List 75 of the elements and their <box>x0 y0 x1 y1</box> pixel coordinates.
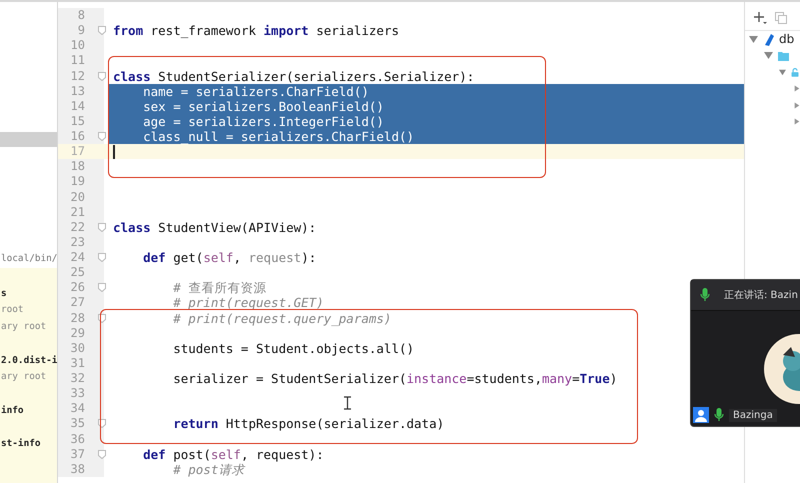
participant-name: Bazinga <box>729 408 777 422</box>
line-number: 31 <box>70 356 86 371</box>
line-number: 23 <box>70 234 86 250</box>
line-number: 18 <box>70 159 86 174</box>
line-number: 27 <box>70 295 86 310</box>
fold-marker-icon[interactable] <box>98 132 106 142</box>
code-line: # print(request.GET) <box>172 295 324 310</box>
line-number: 33 <box>70 386 86 402</box>
line-number: 16 <box>70 129 86 144</box>
collapsed-arrow-icon[interactable] <box>794 117 800 126</box>
code-line: # print(request.query_params) <box>172 310 392 326</box>
line-number: 14 <box>70 98 86 114</box>
schema-icon <box>790 66 800 79</box>
database-icon <box>762 32 775 46</box>
tree-item[interactable]: st-info <box>0 436 57 453</box>
code-line: class StudentSerializer(serializers.Serializer): <box>113 68 474 84</box>
line-number: 35 <box>70 416 86 432</box>
code-line: # 查看所有资源 <box>172 280 266 296</box>
line-number: 38 <box>70 462 86 477</box>
line-number: 32 <box>70 371 86 386</box>
tree-item[interactable]: info <box>0 402 57 420</box>
speaker-label: 正在讲话: Bazin <box>724 288 798 302</box>
person-icon <box>693 407 709 423</box>
line-number: 34 <box>70 401 86 416</box>
code-line: students = Student.objects.all() <box>172 340 414 356</box>
line-number: 26 <box>70 280 86 296</box>
expanded-arrow-icon[interactable] <box>779 68 786 77</box>
expanded-arrow-icon[interactable] <box>764 51 773 60</box>
tree-item-note: ary root <box>0 370 48 384</box>
fold-marker-icon[interactable] <box>98 450 106 459</box>
line-number: 11 <box>70 53 86 68</box>
line-number: 17 <box>70 144 86 160</box>
line-number: 19 <box>70 174 86 190</box>
line-number: 25 <box>70 265 86 280</box>
tree-item-note: ary root <box>0 320 48 334</box>
fold-marker-icon[interactable] <box>98 72 106 81</box>
line-number: 9 <box>76 23 86 38</box>
line-number: 10 <box>70 38 86 54</box>
folder-icon <box>777 49 790 62</box>
copy-icon[interactable] <box>775 12 787 24</box>
code-line: # post请求 <box>172 462 244 477</box>
code-line: return HttpResponse(serializer.data) <box>172 416 444 432</box>
line-number: 20 <box>70 190 86 205</box>
expanded-arrow-icon[interactable] <box>749 34 758 44</box>
code-line: def post(self, request): <box>142 446 324 462</box>
line-number: 28 <box>70 310 86 326</box>
tree-item-note: root <box>0 303 25 318</box>
microphone-icon <box>714 408 724 422</box>
line-number: 22 <box>70 220 86 235</box>
code-line: class StudentView(APIView): <box>113 220 316 235</box>
line-number: 29 <box>70 326 86 341</box>
tree-item[interactable]: s <box>0 286 57 302</box>
line-number: 15 <box>70 114 86 129</box>
line-number: 21 <box>70 204 86 220</box>
tree-item[interactable]: 2.0.dist-i <box>0 352 57 370</box>
collapsed-arrow-icon[interactable] <box>794 84 800 94</box>
code-line: serializer = StudentSerializer(instance=students,many=True) <box>172 371 618 386</box>
line-number: 12 <box>70 68 86 84</box>
microphone-icon[interactable] <box>700 288 710 302</box>
fold-marker-icon[interactable] <box>98 253 106 262</box>
add-icon[interactable] <box>753 11 767 25</box>
text-cursor-icon <box>344 396 351 410</box>
fold-marker-icon[interactable] <box>98 26 106 36</box>
line-number: 13 <box>70 84 86 99</box>
fold-marker-icon[interactable] <box>98 222 106 232</box>
line-number: 8 <box>76 8 86 24</box>
line-number: 37 <box>70 446 86 462</box>
fold-marker-icon[interactable] <box>98 283 106 292</box>
code-line: def get(self, request): <box>142 250 316 266</box>
line-number: 30 <box>70 340 86 356</box>
tree-label[interactable]: db <box>779 32 794 46</box>
line-number: 36 <box>70 432 86 447</box>
line-number: 24 <box>70 250 86 266</box>
collapsed-arrow-icon[interactable] <box>794 100 800 110</box>
code-line: from rest_framework import serializers <box>113 23 399 38</box>
